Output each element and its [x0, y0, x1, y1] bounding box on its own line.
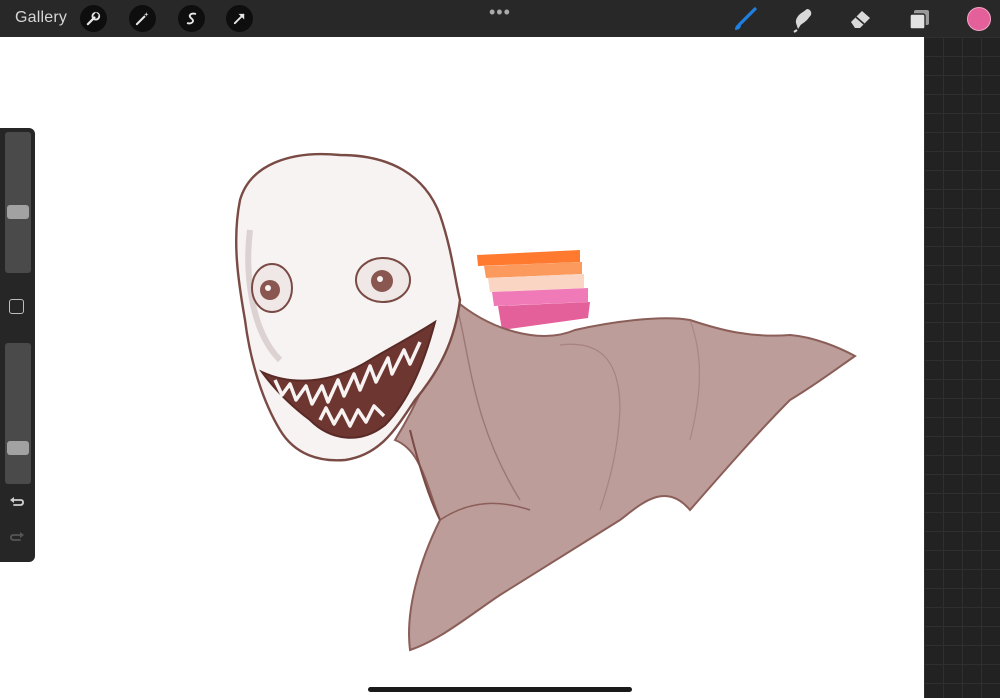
- redo-icon[interactable]: [9, 531, 25, 545]
- left-sidebar: [0, 128, 35, 562]
- home-indicator[interactable]: [368, 687, 632, 692]
- modify-button[interactable]: [9, 299, 24, 314]
- creature-body: [393, 298, 857, 652]
- color-picker-button[interactable]: [967, 7, 991, 31]
- canvas-background-grid: [924, 37, 1000, 698]
- brush-size-slider[interactable]: [5, 132, 31, 273]
- opacity-slider[interactable]: [5, 343, 31, 484]
- undo-icon[interactable]: [9, 496, 25, 510]
- opacity-slider-thumb[interactable]: [7, 440, 29, 455]
- pride-flag-sticker: [477, 250, 590, 330]
- brush-size-slider-thumb[interactable]: [7, 205, 29, 220]
- artwork-illustration: [234, 152, 857, 652]
